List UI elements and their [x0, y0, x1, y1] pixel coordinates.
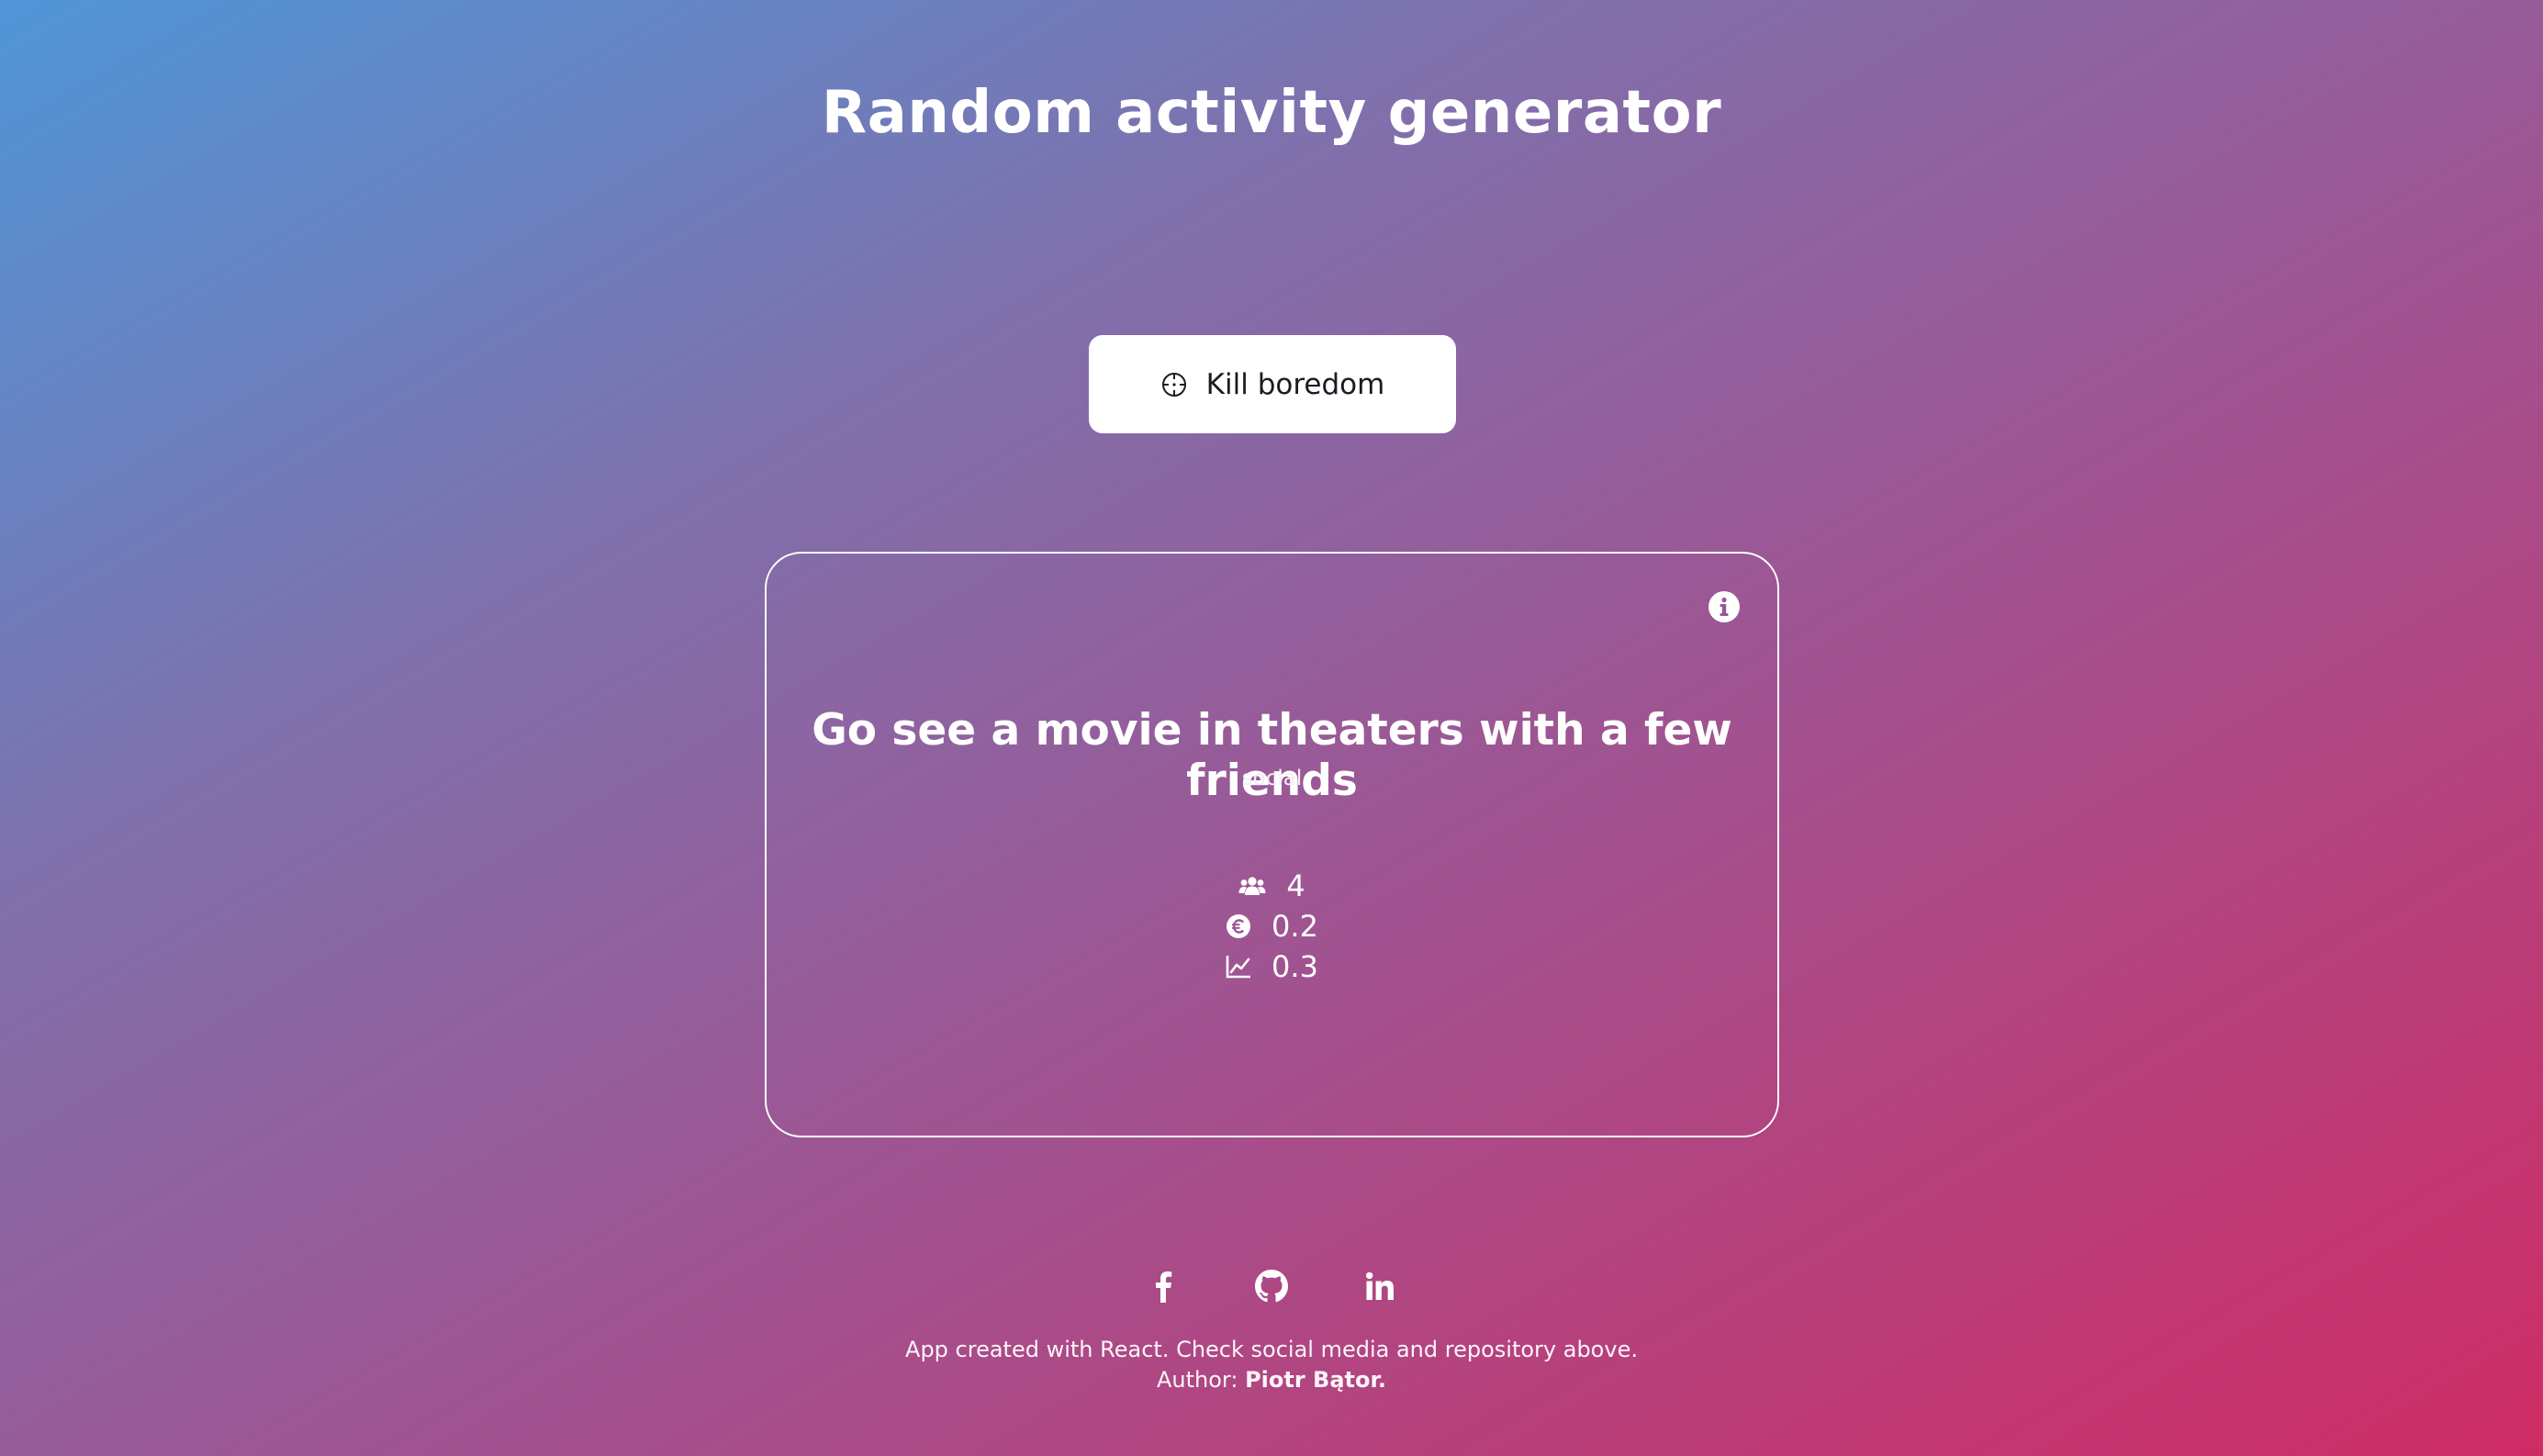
facebook-icon[interactable] — [1146, 1269, 1181, 1304]
participants-value: 4 — [1286, 868, 1305, 903]
credit-line: App created with React. Check social med… — [905, 1337, 1638, 1362]
kill-boredom-button[interactable]: Kill boredom — [1089, 335, 1456, 433]
footer: App created with React. Check social med… — [0, 1335, 2543, 1395]
author-label: Author: — [1156, 1367, 1238, 1393]
activity-title: Go see a movie in theaters with a few fr… — [812, 705, 1732, 806]
activity-card: Go see a movie in theaters with a few fr… — [765, 552, 1779, 1137]
accessibility-value: 0.3 — [1272, 949, 1318, 984]
info-icon[interactable] — [1708, 590, 1741, 623]
kill-boredom-label: Kill boredom — [1205, 367, 1385, 401]
activity-type: social — [1241, 767, 1303, 790]
price-value: 0.2 — [1272, 909, 1318, 944]
price-stat: 0.2 — [767, 906, 1777, 946]
accessibility-stat: 0.3 — [767, 946, 1777, 987]
participants-stat: 4 — [767, 866, 1777, 906]
github-icon[interactable] — [1254, 1269, 1289, 1304]
line-chart-icon — [1226, 955, 1251, 979]
social-links — [0, 1269, 2543, 1304]
activity-stats: 4 0.2 0.3 — [767, 866, 1777, 987]
linkedin-icon[interactable] — [1362, 1269, 1397, 1304]
author-line: Author: Piotr Bątor. — [0, 1365, 2543, 1395]
euro-coin-icon — [1226, 913, 1251, 939]
users-icon — [1238, 875, 1266, 897]
page-title: Random activity generator — [821, 79, 1722, 147]
author-name: Piotr Bątor. — [1245, 1367, 1387, 1393]
crosshair-icon — [1160, 371, 1188, 398]
